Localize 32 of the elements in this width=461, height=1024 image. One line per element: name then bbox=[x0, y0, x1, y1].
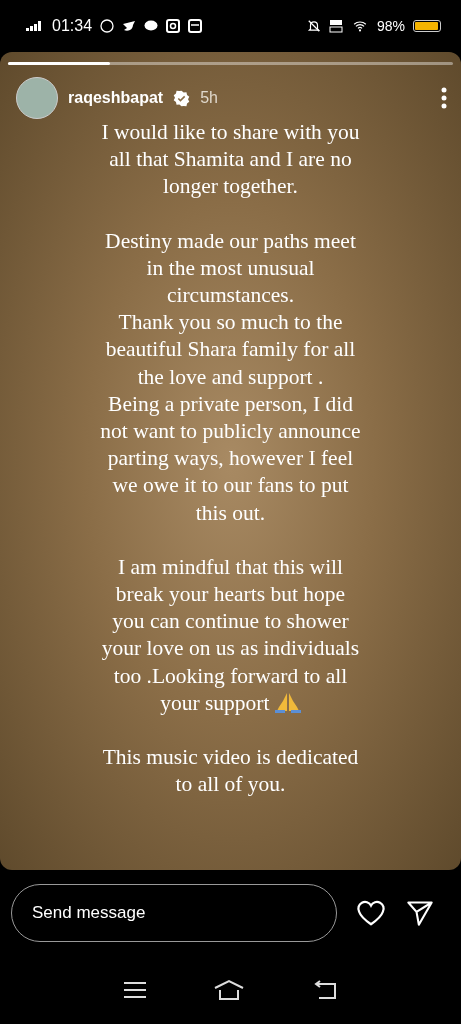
heart-icon bbox=[355, 898, 387, 928]
menu-icon bbox=[124, 981, 147, 999]
battery-percentage: 98% bbox=[376, 18, 405, 34]
mail-icon bbox=[188, 19, 203, 33]
silent-bell-icon bbox=[306, 19, 321, 33]
username[interactable]: raqeshbapat bbox=[68, 89, 164, 107]
more-icon bbox=[441, 87, 447, 109]
share-button[interactable] bbox=[405, 899, 435, 927]
post-time: 5h bbox=[200, 89, 218, 107]
more-options-button[interactable] bbox=[441, 87, 447, 109]
send-icon bbox=[405, 899, 435, 927]
back-button[interactable] bbox=[312, 980, 337, 1000]
like-button[interactable] bbox=[355, 898, 387, 928]
story-paragraph: Being a private person, I did not want to publicly announce parting ways, however I feel we owe it to our fans to put this out. bbox=[100, 390, 361, 527]
avatar[interactable] bbox=[16, 77, 58, 119]
story-paragraph: I am mindful that this will break your hearts but hope you can continue to shower your love on us as individuals too .Looking forward to all your support bbox=[101, 553, 360, 717]
signal-icon bbox=[26, 21, 44, 31]
story-paragraph: This music video is dedicated to all of you. bbox=[102, 744, 359, 799]
menu-button[interactable] bbox=[124, 981, 147, 999]
clock-time: 01:34 bbox=[52, 17, 93, 35]
story-paragraph: Thank you so much to the beautiful Shara family for all the love and support . bbox=[105, 309, 356, 391]
camera-icon bbox=[166, 19, 181, 33]
back-icon bbox=[312, 980, 337, 1000]
chat-bubble-icon bbox=[144, 20, 159, 32]
home-icon bbox=[214, 979, 245, 1001]
home-button[interactable] bbox=[214, 979, 245, 1001]
bird-icon bbox=[122, 20, 137, 32]
story-paragraph: Destiny made our paths meet in the most unusual circumstances. bbox=[105, 227, 356, 309]
volte-icon bbox=[328, 19, 343, 33]
message-input[interactable]: Send message bbox=[11, 884, 337, 942]
battery-icon bbox=[413, 20, 441, 32]
story-paragraph: I would like to share with you all that Shamita and I are no longer together. bbox=[101, 119, 360, 201]
